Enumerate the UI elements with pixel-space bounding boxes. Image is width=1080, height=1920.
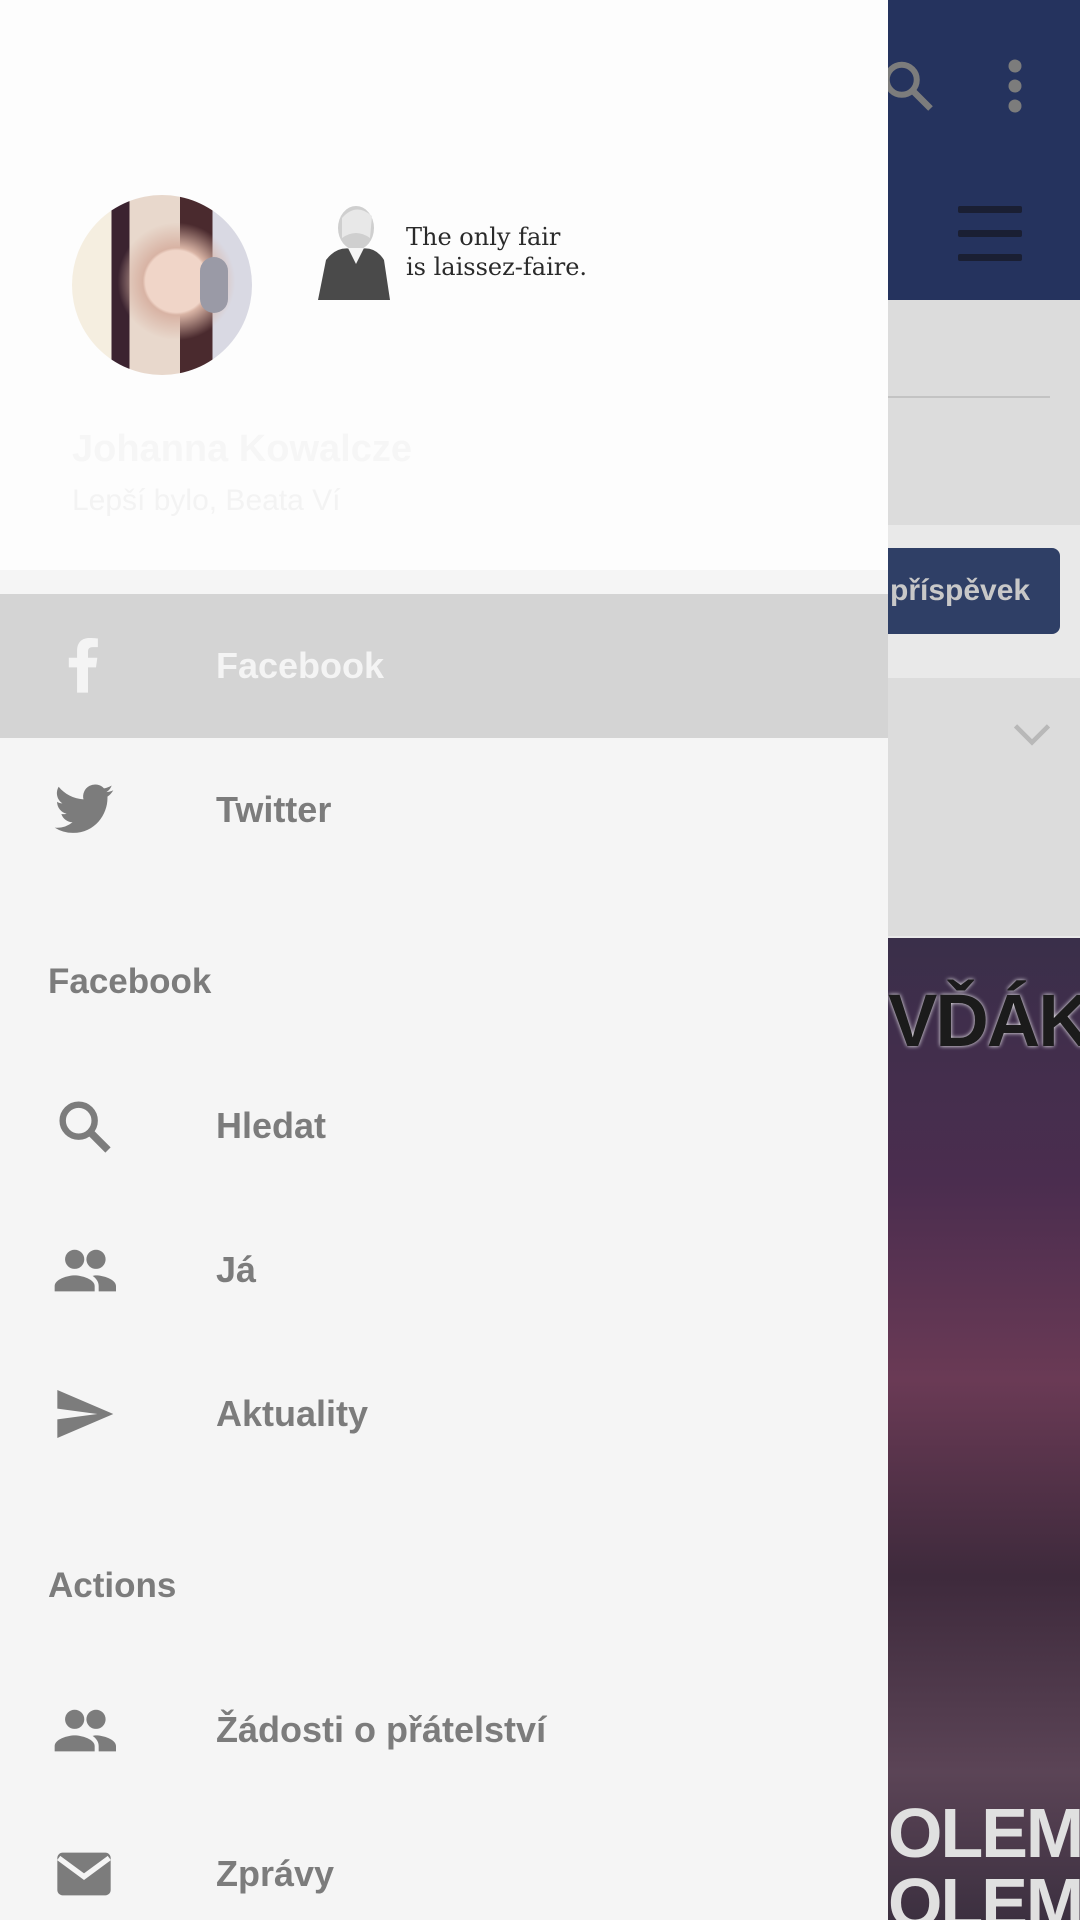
meme-bottom-text: OLEM, OLEMI [888, 1794, 1080, 1920]
post-composer[interactable] [888, 300, 1080, 525]
feed-card [888, 678, 1080, 936]
menu-item-label: Já [216, 1249, 257, 1290]
navigation-drawer: The only fair is laissez-faire. Johanna … [0, 0, 888, 1920]
drawer-header: The only fair is laissez-faire. Johanna … [0, 0, 888, 570]
mail-icon [57, 1852, 111, 1896]
account-item-twitter[interactable]: Twitter [0, 738, 888, 882]
menu-icon[interactable] [958, 206, 1022, 262]
bust-illustration-icon [318, 206, 390, 300]
cover-quote: The only fair is laissez-faire. [406, 223, 588, 281]
menu-item-label: Zprávy [216, 1853, 335, 1894]
people-icon [54, 1709, 116, 1752]
post-button[interactable]: příspěvek [870, 548, 1060, 634]
menu-item-search[interactable]: Hledat [0, 1054, 888, 1198]
meme-top-text: VĎÁK [888, 979, 1080, 1062]
people-icon [54, 1249, 116, 1292]
account-item-facebook[interactable]: Facebook [0, 594, 888, 738]
profile-name: Johanna Kowalcze [72, 428, 412, 470]
section-header-actions: Actions [48, 1566, 177, 1605]
profile-subtitle: Lepší bylo, Beata Ví [72, 484, 341, 517]
menu-item-news[interactable]: Aktuality [0, 1342, 888, 1486]
menu-item-label: Hledat [216, 1105, 327, 1146]
menu-item-friend-requests[interactable]: Žádosti o přátelství [0, 1658, 888, 1802]
send-icon [57, 1390, 114, 1438]
meme-image [888, 938, 1080, 1920]
cover-logo: The only fair is laissez-faire. [312, 196, 587, 306]
more-vert-icon[interactable] [1000, 56, 1030, 116]
account-item-label: Twitter [216, 789, 332, 830]
menu-item-label: Žádosti o přátelství [216, 1709, 547, 1750]
section-header-facebook: Facebook [48, 962, 212, 1001]
facebook-icon [68, 638, 98, 693]
composer-underline [888, 396, 1050, 398]
menu-item-label: Aktuality [216, 1393, 369, 1434]
account-item-label: Facebook [216, 645, 385, 686]
avatar[interactable] [72, 195, 252, 375]
chevron-down-icon[interactable] [1010, 720, 1054, 750]
menu-item-messages[interactable]: Zprávy [0, 1802, 888, 1920]
menu-item-me[interactable]: Já [0, 1198, 888, 1342]
twitter-icon [54, 784, 114, 833]
search-icon [59, 1101, 111, 1153]
